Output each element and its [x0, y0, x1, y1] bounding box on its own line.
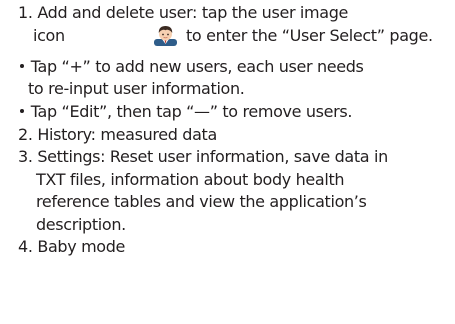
bullet-add-user-text-1: Tap “+” to add new users, each user need… — [30, 57, 364, 76]
item-1-text-3: to enter the “User Select” page. — [186, 26, 433, 45]
item-2-number: 2. — [18, 125, 33, 144]
item-1-number: 1. — [18, 3, 33, 22]
item-1-text-2: icon — [33, 26, 65, 45]
item-3-line-3: reference tables and view the applicatio… — [36, 191, 367, 213]
item-1-line-2-start: icon — [33, 25, 65, 47]
item-3-text-2: TXT files, information about body health — [36, 170, 345, 189]
item-4-line-1: 4. Baby mode — [18, 236, 125, 258]
item-3-text-3: reference tables and view the applicatio… — [36, 192, 367, 211]
item-4-number: 4. — [18, 237, 33, 256]
item-3-text-4: description. — [36, 215, 126, 234]
instruction-list: 1. Add and delete user: tap the user ima… — [0, 0, 455, 324]
bullet-add-user-line-2: to re-input user information. — [28, 78, 245, 100]
bullet-remove-user-text: Tap “Edit”, then tap “—” to remove users… — [30, 102, 353, 121]
item-1-line-1: 1. Add and delete user: tap the user ima… — [18, 2, 348, 24]
bullet-dot — [20, 108, 24, 113]
item-3-line-1: 3. Settings: Reset user information, sav… — [18, 146, 388, 168]
bullet-add-user-line-1: Tap “+” to add new users, each user need… — [20, 56, 364, 78]
item-1-text-1: Add and delete user: tap the user image — [37, 3, 348, 22]
bullet-dot — [20, 63, 24, 68]
item-3-line-2: TXT files, information about body health — [36, 169, 345, 191]
bullet-add-user-text-2: to re-input user information. — [28, 79, 245, 98]
item-1-line-2-end: to enter the “User Select” page. — [186, 25, 433, 47]
item-3-number: 3. — [18, 147, 33, 166]
item-3-line-4: description. — [36, 214, 126, 236]
item-2-line-1: 2. History: measured data — [18, 124, 217, 146]
item-2-text-1: History: measured data — [37, 125, 217, 144]
bullet-remove-user: Tap “Edit”, then tap “—” to remove users… — [20, 101, 352, 123]
item-3-text-1: Settings: Reset user information, save d… — [37, 147, 388, 166]
user-avatar-icon — [154, 26, 177, 46]
item-4-text-1: Baby mode — [37, 237, 126, 256]
